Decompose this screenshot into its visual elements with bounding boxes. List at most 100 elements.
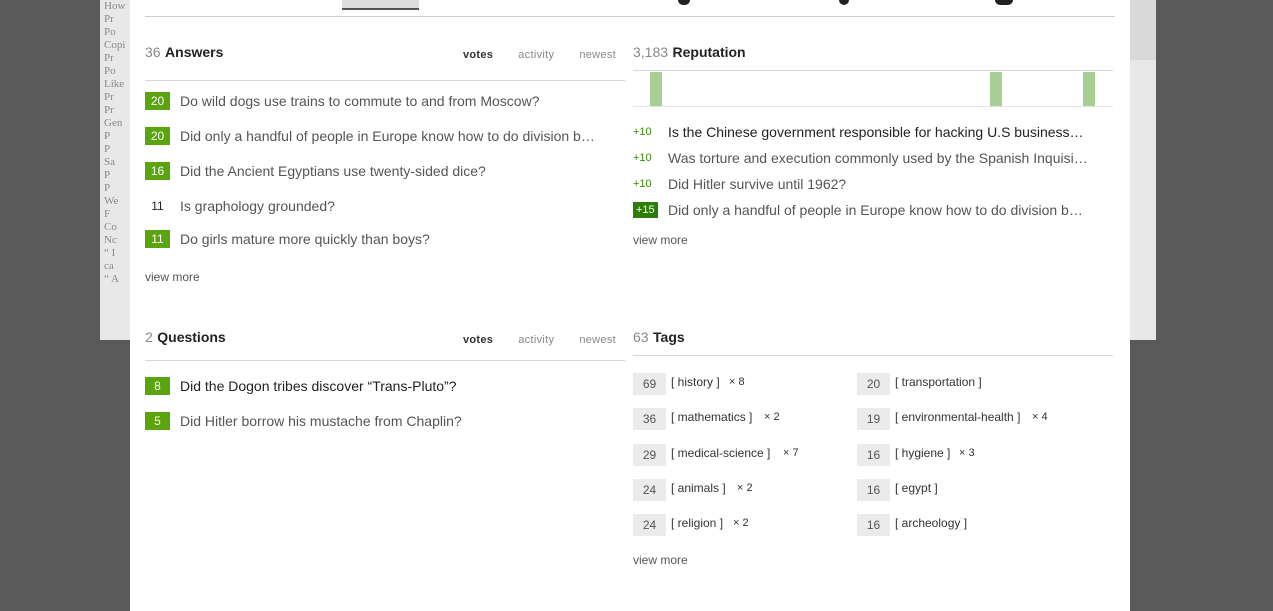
badge-dot-icon	[839, 0, 849, 5]
questions-count: 2	[145, 329, 153, 345]
tag-multiplier: × 2	[737, 481, 753, 494]
reputation-count: 3,183	[633, 44, 669, 60]
reputation-post-link[interactable]: Did Hitler survive until 1962?	[668, 175, 846, 193]
background-text-line: F	[104, 208, 111, 220]
reputation-sparkline	[633, 71, 1113, 107]
tag-link[interactable]: [ egypt ]	[895, 481, 938, 495]
tag-link[interactable]: [ archeology ]	[895, 516, 967, 530]
sort-votes[interactable]: votes	[463, 334, 493, 346]
tag-link[interactable]: [ history ]	[671, 375, 720, 389]
tag-multiplier: × 4	[1032, 411, 1048, 424]
background-text-line: P	[104, 169, 111, 181]
profile-tab-bar	[145, 0, 1115, 17]
reputation-panel: 3,183 Reputation +10 Is the Chinese gover…	[633, 44, 1113, 247]
background-text-line: P	[104, 182, 111, 194]
tag-multiplier: × 8	[729, 376, 745, 388]
sort-votes[interactable]: votes	[463, 49, 493, 61]
tags-count: 63	[633, 329, 649, 345]
sort-activity[interactable]: activity	[518, 334, 554, 346]
reputation-row[interactable]: +10 Did Hitler survive until 1962?	[633, 176, 1113, 202]
tags-title: Tags	[653, 329, 685, 345]
answer-score: 20	[145, 127, 170, 145]
background-page-edge	[1130, 0, 1156, 60]
sort-newest[interactable]: newest	[579, 334, 616, 346]
tab-active[interactable]	[342, 0, 419, 10]
background-text-line: Copi	[104, 39, 126, 51]
answer-row[interactable]: 16 Did the Ancient Egyptians use twenty-s…	[145, 162, 625, 197]
reputation-delta: +10	[633, 126, 652, 138]
tags-panel: 63 Tags 69 [ history ] × 8 36 [ mathematics …	[633, 329, 1113, 579]
questions-sort-tabs: votes activity newest	[441, 334, 616, 346]
background-text-line: Gen	[104, 117, 123, 129]
answer-title-link[interactable]: Do wild dogs use trains to commute to an…	[180, 92, 540, 110]
answer-title-link[interactable]: Did only a handful of people in Europe k…	[180, 127, 595, 145]
answer-row[interactable]: 20 Did only a handful of people in Europe…	[145, 127, 625, 162]
question-row[interactable]: 8 Did the Dogon tribes discover “Trans-Pl…	[145, 377, 625, 412]
background-text-line: P	[104, 143, 111, 155]
sort-activity[interactable]: activity	[518, 49, 554, 61]
reputation-post-link[interactable]: Did only a handful of people in Europe k…	[668, 201, 1083, 219]
reputation-row[interactable]: +10 Is the Chinese government responsible…	[633, 124, 1113, 150]
answers-count: 36	[145, 44, 161, 60]
reputation-view-more-link[interactable]: view more	[633, 233, 688, 247]
answer-score: 20	[145, 92, 170, 110]
answers-title: Answers	[165, 44, 224, 60]
background-text-line: Pr	[104, 91, 114, 103]
sort-newest[interactable]: newest	[579, 49, 616, 61]
background-text-line: Like	[104, 78, 125, 90]
tag-link[interactable]: [ environmental-health ]	[895, 410, 1020, 424]
sparkline-bar	[650, 72, 662, 106]
reputation-delta: +15	[633, 202, 658, 218]
tag-score: 19	[857, 408, 890, 431]
answer-title-link[interactable]: Do girls mature more quickly than boys?	[180, 230, 430, 248]
background-text-line: Po	[104, 65, 116, 77]
answer-row[interactable]: 11 Do girls mature more quickly than boys…	[145, 230, 625, 265]
background-text-line: Nc	[104, 234, 117, 246]
tag-link[interactable]: [ animals ]	[671, 481, 726, 495]
question-title-link[interactable]: Did the Dogon tribes discover “Trans-Plu…	[180, 377, 457, 395]
tag-score: 24	[633, 514, 666, 537]
tag-score: 20	[857, 373, 890, 395]
tags-view-more-link[interactable]: view more	[633, 553, 688, 567]
tag-link[interactable]: [ mathematics ]	[671, 410, 752, 424]
tag-link[interactable]: [ transportation ]	[895, 375, 982, 389]
tag-multiplier: × 3	[959, 446, 975, 459]
answer-title-link[interactable]: Is graphology grounded?	[180, 197, 335, 215]
background-text-line: “ I	[104, 247, 116, 259]
answers-panel: 36 Answers votes activity newest 20 Do wi…	[145, 44, 625, 284]
tag-score: 16	[857, 514, 890, 537]
tag-link[interactable]: [ religion ]	[671, 516, 723, 530]
background-text-line: We	[104, 195, 119, 207]
badge-dot-icon	[678, 0, 690, 5]
answers-view-more-link[interactable]: view more	[145, 270, 200, 284]
reputation-list: +10 Is the Chinese government responsible…	[633, 124, 1113, 228]
background-page-text: How Pr Po Copi Pr Po Like Pr Pr Gen P P Sa P P We F Co Nc “…	[104, 0, 130, 286]
reputation-title: Reputation	[672, 44, 746, 60]
questions-header: 2 Questions votes activity newest	[145, 329, 625, 361]
tag-score: 16	[857, 478, 890, 501]
reputation-delta: +10	[633, 152, 652, 164]
tag-score: 36	[633, 408, 666, 431]
tag-multiplier: × 7	[783, 446, 799, 459]
answer-title-link[interactable]: Did the Ancient Egyptians use twenty-sid…	[180, 162, 486, 180]
tag-link[interactable]: [ medical-science ]	[671, 446, 770, 460]
tag-link[interactable]: [ hygiene ]	[895, 446, 950, 460]
question-score: 5	[145, 412, 170, 430]
background-text-line: “ A	[104, 273, 119, 285]
background-text-line: Po	[104, 26, 116, 38]
reputation-post-link[interactable]: Is the Chinese government responsible fo…	[668, 123, 1084, 141]
reputation-row[interactable]: +10 Was torture and execution commonly us…	[633, 150, 1113, 176]
answers-header: 36 Answers votes activity newest	[145, 44, 625, 81]
reputation-post-link[interactable]: Was torture and execution commonly used …	[668, 149, 1090, 167]
sparkline-bar	[990, 72, 1002, 106]
reputation-row[interactable]: +15 Did only a handful of people in Europ…	[633, 202, 1113, 228]
question-row[interactable]: 5 Did Hitler borrow his mustache from Cha…	[145, 412, 625, 447]
answer-row[interactable]: 11 Is graphology grounded?	[145, 197, 625, 230]
answers-list: 20 Do wild dogs use trains to commute to …	[145, 81, 625, 265]
answers-sort-tabs: votes activity newest	[441, 49, 616, 61]
answer-row[interactable]: 20 Do wild dogs use trains to commute to …	[145, 92, 625, 127]
reputation-delta: +10	[633, 178, 652, 190]
question-title-link[interactable]: Did Hitler borrow his mustache from Chap…	[180, 412, 462, 430]
questions-list: 8 Did the Dogon tribes discover “Trans-Pl…	[145, 361, 625, 447]
tag-multiplier: × 2	[764, 411, 780, 424]
